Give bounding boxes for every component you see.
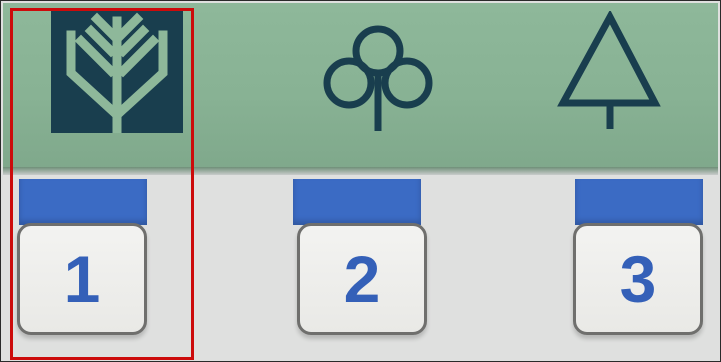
key-2-label: 2 <box>343 242 381 316</box>
lcd-bezel-shadow <box>3 167 718 175</box>
key-2-indicator-tab <box>293 179 421 225</box>
clover-tree-icon <box>323 25 433 131</box>
conifer-tree-icon <box>557 11 661 129</box>
key-3-indicator-tab <box>575 179 703 225</box>
key-2-button[interactable]: 2 <box>297 223 427 335</box>
key-1-button[interactable]: 1 <box>17 223 147 335</box>
lcd-display <box>3 3 718 171</box>
control-panel: 1 2 3 <box>0 0 721 362</box>
key-3-label: 3 <box>619 242 657 316</box>
key-1-indicator-tab <box>19 179 147 225</box>
key-1-label: 1 <box>63 242 101 316</box>
deciduous-tree-frond-icon <box>51 11 183 133</box>
key-3-button[interactable]: 3 <box>573 223 703 335</box>
